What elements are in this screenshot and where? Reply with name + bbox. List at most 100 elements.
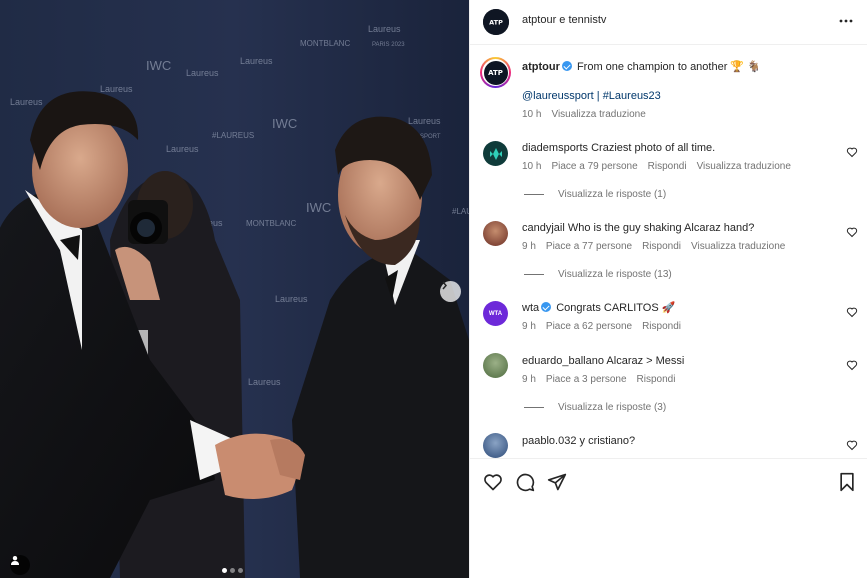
comment-like-icon[interactable] [846, 226, 858, 238]
svg-text:ATP: ATP [489, 19, 503, 27]
comment-text-line: wta Congrats CARLITOS 🚀 [522, 301, 675, 315]
comment-text: Craziest photo of all time. [591, 142, 716, 154]
comment-like-icon[interactable] [846, 146, 858, 158]
comment-translate[interactable]: Visualizza traduzione [697, 161, 791, 172]
comment-item: eduardo_ballano Alcaraz > Messi 9 h Piace… [470, 348, 867, 418]
comment-time: 9 h [522, 241, 536, 252]
svg-text:SPORT: SPORT [420, 134, 441, 140]
comment-text-line: paablo.032 y cristiano? [522, 434, 635, 448]
comment-likes[interactable]: Piace a 77 persone [546, 241, 632, 252]
comment-username[interactable]: candyjail [522, 222, 565, 234]
comment-text: y cristiano? [579, 435, 636, 447]
comment-reply-button[interactable]: Rispondi [642, 241, 681, 252]
svg-text:Laureus: Laureus [240, 56, 273, 66]
comment-like-icon[interactable] [846, 359, 858, 371]
author-avatar[interactable]: ATP [483, 9, 509, 35]
comment-avatar[interactable] [483, 353, 508, 378]
tagged-users-button[interactable] [10, 555, 30, 575]
comment-meta: 9 h Piace a 3 persone Rispondi [522, 374, 685, 385]
instagram-post: Laureus PARIS 2023 MONTBLANC Laureus Lau… [0, 0, 867, 578]
comment-meta: 9 h Piace a 77 persone Rispondi Visualizza … [522, 241, 795, 252]
caption-text: From one champion to another 🏆 🐐 [576, 61, 761, 73]
view-replies-button[interactable]: Visualizza le risposte (13) [524, 269, 672, 280]
comments-feed[interactable]: ATP atptour From one champion to another… [470, 45, 867, 458]
diadem-logo-icon [489, 147, 502, 160]
comment-likes[interactable]: Piace a 62 persone [546, 321, 632, 332]
post-caption: ATP atptour From one champion to another… [470, 45, 867, 125]
post-actions-bar [470, 458, 867, 503]
comment-username[interactable]: diademsports [522, 142, 588, 154]
svg-text:Laureus: Laureus [100, 84, 133, 94]
view-replies-button[interactable]: Visualizza le risposte (3) [524, 402, 666, 413]
photo-illustration: Laureus PARIS 2023 MONTBLANC Laureus Lau… [0, 0, 469, 578]
caption-meta: 10 h Visualizza traduzione [522, 109, 656, 120]
comment-item: paablo.032 y cristiano? [470, 428, 867, 458]
comment-text: Congrats CARLITOS 🚀 [556, 302, 676, 314]
mention-link[interactable]: @laureussport [522, 90, 594, 102]
comment-reply-button[interactable]: Rispondi [642, 321, 681, 332]
verified-badge-icon [561, 61, 572, 71]
comment-text-line: diademsports Craziest photo of all time. [522, 141, 715, 155]
comment-meta: 10 h Piace a 79 persone Rispondi Visualizza… [522, 161, 801, 172]
caption-tags: @laureussport | #Laureus23 [522, 89, 661, 103]
svg-text:PARIS 2023: PARIS 2023 [372, 42, 405, 48]
post-header: ATP atptour e tennistv [470, 0, 867, 45]
svg-text:MONTBLANC: MONTBLANC [246, 219, 296, 228]
comment-time: 9 h [522, 374, 536, 385]
svg-text:Laureus: Laureus [275, 294, 308, 304]
like-heart-icon[interactable] [483, 472, 503, 492]
caption-username[interactable]: atptour [522, 61, 560, 73]
svg-text:IWC: IWC [306, 200, 331, 215]
share-send-icon[interactable] [547, 472, 567, 492]
hashtag-link[interactable]: #Laureus23 [603, 90, 661, 102]
comment-username[interactable]: wta [522, 302, 539, 314]
comment-username[interactable]: eduardo_ballano [522, 355, 604, 367]
verified-badge-icon [541, 302, 552, 312]
comment-avatar[interactable] [483, 433, 508, 458]
comment-time: 9 h [522, 321, 536, 332]
chevron-right-icon [442, 281, 447, 290]
backdrop-logo: Laureus [368, 24, 401, 34]
post-photo[interactable]: Laureus PARIS 2023 MONTBLANC Laureus Lau… [0, 0, 469, 578]
post-header-title[interactable]: atptour e tennistv [522, 14, 606, 26]
comment-like-icon[interactable] [846, 439, 858, 451]
post-side-panel: ATP atptour e tennistv ATP atptour From … [469, 0, 867, 578]
svg-text:IWC: IWC [146, 58, 171, 73]
comment-meta: 9 h Piace a 62 persone Rispondi [522, 321, 691, 332]
comment-reply-button[interactable]: Rispondi [648, 161, 687, 172]
comment-bubble-icon[interactable] [515, 472, 535, 492]
bookmark-icon[interactable] [837, 472, 857, 492]
comment-translate[interactable]: Visualizza traduzione [691, 241, 785, 252]
comment-likes[interactable]: Piace a 3 persone [546, 374, 627, 385]
carousel-dot [222, 568, 227, 573]
comment-avatar[interactable] [483, 221, 508, 246]
comment-item: diademsports Craziest photo of all time.… [470, 135, 867, 205]
comment-reply-button[interactable]: Rispondi [637, 374, 676, 385]
comment-item: WTA wta Congrats CARLITOS 🚀 9 h Piace a 6… [470, 295, 867, 345]
comment-text-line: candyjail Who is the guy shaking Alcaraz… [522, 221, 754, 235]
comment-avatar[interactable] [483, 141, 508, 166]
svg-text:IWC: IWC [272, 116, 297, 131]
svg-text:#LAUREUS: #LAUREUS [212, 131, 254, 140]
svg-text:Laureus: Laureus [166, 144, 199, 154]
svg-text:Laureus: Laureus [186, 68, 219, 78]
tag-separator: | [593, 90, 603, 102]
carousel-next-button[interactable] [440, 281, 461, 302]
comment-likes[interactable]: Piace a 79 persone [551, 161, 637, 172]
caption-translate[interactable]: Visualizza traduzione [551, 109, 645, 120]
comment-avatar[interactable]: WTA [483, 301, 508, 326]
carousel-dot [238, 568, 243, 573]
caption-avatar[interactable]: ATP [480, 57, 511, 88]
more-options-icon[interactable] [838, 13, 854, 29]
view-replies-button[interactable]: Visualizza le risposte (1) [524, 189, 666, 200]
carousel-dot [230, 568, 235, 573]
comment-username[interactable]: paablo.032 [522, 435, 576, 447]
atp-logo-icon: ATP [483, 9, 509, 35]
comment-item: candyjail Who is the guy shaking Alcaraz… [470, 215, 867, 285]
svg-text:#LAU: #LAU [452, 207, 469, 216]
comment-time: 10 h [522, 161, 542, 172]
comment-like-icon[interactable] [846, 306, 858, 318]
caption-time: 10 h [522, 109, 542, 120]
svg-text:Laureus: Laureus [248, 377, 281, 387]
caption-text-line: atptour From one champion to another 🏆 🐐 [522, 60, 761, 74]
